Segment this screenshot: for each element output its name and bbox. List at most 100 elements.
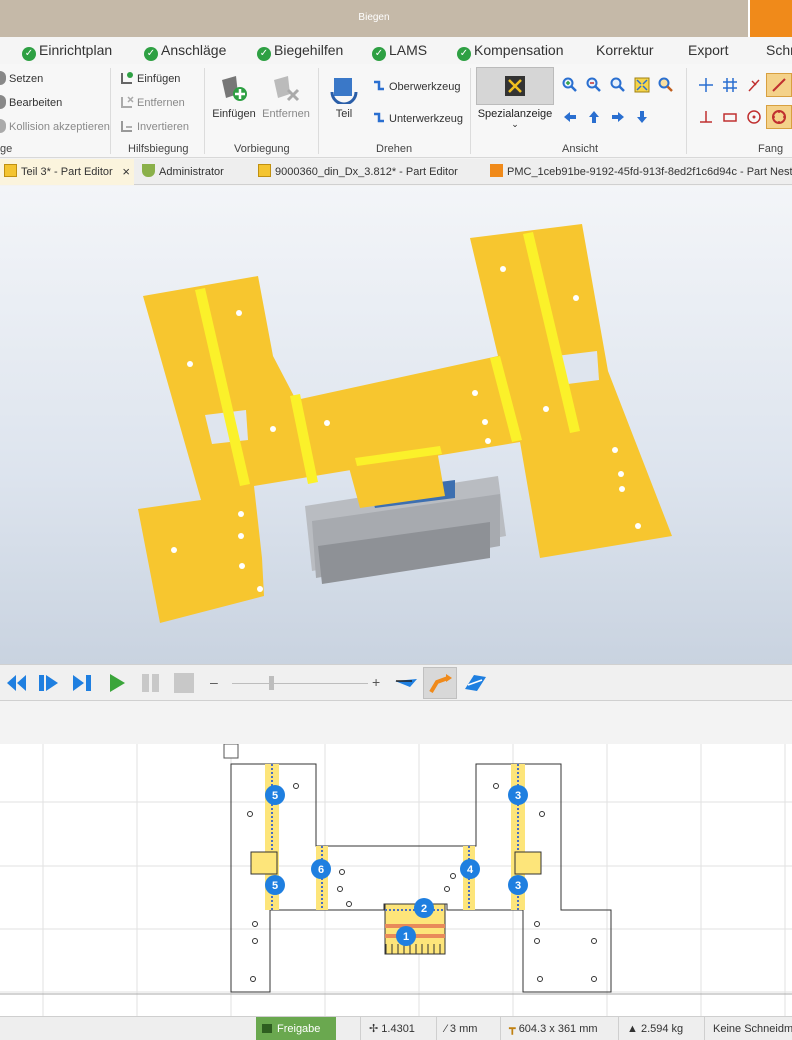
chevron-down-icon[interactable]: ⌄ (476, 120, 554, 129)
drehen-unterwerkzeug-button[interactable]: Unterwerkzeug (372, 111, 463, 125)
svg-text:4: 4 (467, 864, 474, 876)
snap-center-icon[interactable] (746, 109, 762, 125)
circle-icon (0, 119, 6, 133)
bend-marker[interactable]: 1 (396, 926, 416, 946)
hilfsbiegung-entfernen-button[interactable]: Entfernen (120, 95, 185, 109)
nester-icon (490, 164, 503, 177)
zoom-out-icon[interactable] (586, 77, 602, 93)
2d-drawing-view[interactable]: 5 5 6 2 1 4 3 3 (0, 743, 792, 1016)
bend-marker[interactable]: 3 (508, 875, 528, 895)
snap-cross-icon[interactable] (698, 77, 714, 93)
kollision-akzeptieren-button[interactable]: Kollision akzeptieren (0, 119, 110, 133)
snap-angle-icon[interactable] (746, 77, 762, 93)
snap-circle-button[interactable] (766, 105, 792, 129)
hilfsbiegung-einfuegen-button[interactable]: Einfügen (120, 71, 180, 85)
circle-icon (0, 71, 6, 85)
zoom-in-icon[interactable] (562, 77, 578, 93)
setzen-button[interactable]: Setzen (0, 71, 43, 85)
rewind-start-icon[interactable] (4, 671, 30, 695)
check-icon: ✓ (257, 47, 271, 61)
fan-icon: ✢ (369, 1023, 382, 1035)
menu-export[interactable]: Export (688, 42, 728, 58)
bend-marker[interactable]: 2 (414, 898, 434, 918)
3d-viewport[interactable] (0, 186, 792, 762)
part-editor-icon (4, 164, 17, 177)
arrow-right-icon[interactable] (610, 109, 626, 125)
press-brake-tool (305, 476, 506, 762)
tab-teil-3[interactable]: Teil 3* - Part Editor × (0, 159, 134, 185)
rotate-upper-tool-icon (374, 80, 384, 91)
menu-anschlaege[interactable]: ✓ Anschläge (144, 42, 226, 61)
menu-schr[interactable]: Schr (766, 42, 792, 58)
ribbon-separator (470, 68, 471, 154)
hilfsbiegung-invertieren-button[interactable]: Invertieren (120, 119, 189, 133)
part-3d-view (138, 224, 672, 762)
close-icon[interactable]: × (122, 159, 130, 185)
menu-einrichtplan[interactable]: ✓ Einrichtplan (22, 42, 112, 61)
arrow-left-icon[interactable] (562, 109, 578, 125)
snap-line-button[interactable] (766, 73, 792, 97)
drehen-teil-button[interactable]: Teil (328, 72, 360, 120)
vorbiegung-einfuegen-button[interactable]: Einfügen (210, 72, 258, 120)
snap-grid-icon[interactable] (722, 77, 738, 93)
bend-remove-icon (121, 96, 134, 108)
document-tabs: Teil 3* - Part Editor × Administrator 90… (0, 159, 792, 185)
zoom-fit-icon[interactable] (634, 77, 650, 93)
pause-icon[interactable] (138, 671, 164, 695)
menu-korrektur[interactable]: Korrektur (596, 42, 654, 58)
spezialanzeige-button[interactable]: Spezialanzeige ⌄ (476, 67, 554, 139)
flat-pattern-drawing: 5 5 6 2 1 4 3 3 (0, 743, 792, 1016)
check-icon: ✓ (457, 47, 471, 61)
svg-text:3: 3 (515, 880, 521, 892)
play-icon[interactable] (104, 671, 130, 695)
tab-pmc-nester[interactable]: PMC_1ceb91be-9192-45fd-913f-8ed2f1c6d94c… (486, 159, 792, 185)
bend-marker[interactable]: 4 (460, 859, 480, 879)
zoom-window-icon[interactable] (610, 77, 626, 93)
bend-marker[interactable]: 6 (311, 859, 331, 879)
rotate-part-icon (330, 78, 358, 104)
check-icon: ✓ (22, 47, 36, 61)
skip-end-icon[interactable] (70, 671, 96, 695)
bend-marker[interactable]: 5 (265, 875, 285, 895)
stop-icon[interactable] (172, 671, 198, 695)
svg-text:6: 6 (318, 864, 324, 876)
snap-rectangle-icon[interactable] (722, 109, 738, 125)
prebend-remove-icon (274, 76, 300, 102)
grid (0, 744, 792, 1016)
bend-marker[interactable]: 3 (508, 785, 528, 805)
snap-circle-icon (772, 110, 786, 124)
animation-slider-thumb[interactable] (269, 676, 274, 690)
release-status[interactable]: Freigabe (256, 1017, 336, 1040)
slider-plus[interactable]: + (372, 674, 380, 690)
menu-kompensation[interactable]: ✓ Kompensation (457, 42, 564, 61)
accent-block[interactable] (748, 0, 792, 37)
ribbon-separator (686, 68, 687, 154)
lock-open-icon (262, 1024, 272, 1033)
tab-administrator[interactable]: Administrator (138, 159, 252, 185)
check-icon: ✓ (372, 47, 386, 61)
svg-text:5: 5 (272, 790, 278, 802)
bearbeiten-button[interactable]: Bearbeiten (0, 95, 62, 109)
sheet-thickness: ⁄ 3 mm (436, 1017, 500, 1040)
part-editor-icon (258, 164, 271, 177)
shield-icon (142, 164, 155, 177)
snap-line-icon (772, 78, 786, 92)
tab-9000360[interactable]: 9000360_din_Dx_3.812* - Part Editor (254, 159, 484, 185)
arrow-up-icon[interactable] (586, 109, 602, 125)
drehen-oberwerkzeug-button[interactable]: Oberwerkzeug (372, 79, 461, 93)
bend-sequence-button[interactable] (423, 667, 457, 699)
simulation-icon[interactable] (462, 671, 490, 695)
slider-minus[interactable]: – (210, 674, 218, 690)
arrow-down-icon[interactable] (634, 109, 650, 125)
zoom-selection-icon[interactable] (658, 77, 674, 93)
snap-perpendicular-icon[interactable] (698, 109, 714, 125)
bend-marker[interactable]: 5 (265, 785, 285, 805)
step-forward-icon[interactable] (36, 671, 62, 695)
menu-biegehilfen[interactable]: ✓ Biegehilfen (257, 42, 343, 61)
ribbon-separator (318, 68, 319, 154)
menu-lams[interactable]: ✓ LAMS (372, 42, 427, 61)
animation-slider-track[interactable] (232, 683, 368, 684)
material-factor: ✢ 1.4301 (360, 1017, 436, 1040)
tool-flip-icon[interactable] (392, 671, 420, 695)
vorbiegung-entfernen-button[interactable]: Entfernen (260, 72, 312, 120)
